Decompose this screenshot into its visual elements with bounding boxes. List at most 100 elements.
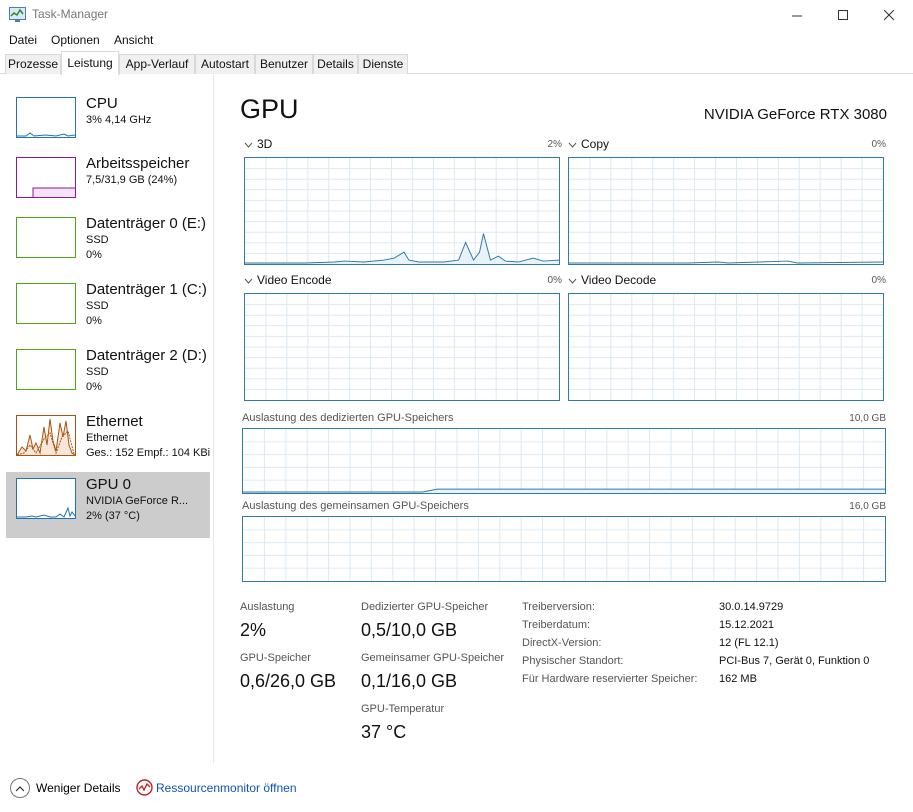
disk-1-thumbnail-graph [16,283,76,324]
fewer-details-button[interactable]: Weniger Details [36,781,120,795]
menu-optionen[interactable]: Optionen [51,33,100,47]
title-bar[interactable]: Task-Manager [0,0,913,30]
resource-item-disk-0[interactable]: Datenträger 0 (E:) SSD 0% [6,211,210,277]
tab-leistung[interactable]: Leistung [61,51,119,75]
footer-bar: Weniger Details Ressourcenmonitor öffnen [0,770,913,812]
dedicated-memory-capacity: 10,0 GB [849,413,886,424]
chevron-up-icon [15,785,25,791]
cpu-thumbnail-graph [16,97,76,138]
gpu-thumbnail-graph [16,478,76,519]
close-button[interactable] [866,0,912,30]
dedicated-memory-label: Auslastung des dedizierten GPU-Speichers [242,412,454,424]
gpu-temperature-value: 37 °C [361,722,407,742]
dedicated-memory-graph [242,428,886,494]
engine-graph-3d [244,157,560,265]
minimize-icon [791,15,802,16]
fewer-details-toggle[interactable] [10,778,30,798]
shared-memory-label: Auslastung des gemeinsamen GPU-Speichers [242,500,469,512]
engine-percent: 0% [871,275,886,286]
resource-item-memory[interactable]: Arbeitsspeicher 7,5/31,9 GB (24%) [6,151,210,217]
engine-label: Video Encode [257,273,332,287]
driver-date-key: Treiberdatum: [522,619,591,631]
reserved-memory-key: Für Hardware reservierter Speicher: [522,673,698,685]
resource-item-gpu-0[interactable]: GPU 0 NVIDIA GeForce R... 2% (37 °C) [6,472,210,538]
menu-ansicht[interactable]: Ansicht [114,33,153,47]
tab-details[interactable]: Details [313,54,358,74]
tab-prozesse[interactable]: Prozesse [5,54,61,74]
resource-name: Datenträger 1 (C:) [86,281,207,298]
open-resource-monitor-link[interactable]: Ressourcenmonitor öffnen [156,781,297,795]
utilization-value: 2% [240,620,267,640]
driver-version-value: 30.0.14.9729 [719,601,784,613]
resource-detail: SSD [86,366,109,378]
resource-item-disk-2[interactable]: Datenträger 2 (D:) SSD 0% [6,343,210,409]
resource-detail: 3% 4,14 GHz [86,114,152,126]
memory-thumbnail-graph [16,157,76,198]
resource-detail: 7,5/31,9 GB (24%) [86,174,178,186]
gpu-memory-label: GPU-Speicher [240,652,311,664]
graph-grid [245,294,559,400]
graph-grid [243,429,885,493]
resource-name: Datenträger 2 (D:) [86,347,207,364]
tab-app-verlauf[interactable]: App-Verlauf [119,54,195,74]
engine-selector-video-encode[interactable]: Video Encode [244,273,332,287]
resource-detail: Ethernet [86,432,128,444]
engine-selector-video-decode[interactable]: Video Decode [568,273,656,287]
chevron-down-icon [244,278,253,284]
tab-autostart[interactable]: Autostart [195,54,255,74]
gpu-temperature-label: GPU-Temperatur [361,703,445,715]
utilization-label: Auslastung [240,601,295,613]
chevron-down-icon [568,142,577,148]
resource-usage: 0% [86,381,102,393]
resource-item-disk-1[interactable]: Datenträger 1 (C:) SSD 0% [6,277,210,343]
menu-bar: Datei Optionen Ansicht [0,30,913,50]
resource-detail: NVIDIA GeForce R... [86,495,189,507]
chevron-down-icon [568,278,577,284]
engine-label: 3D [257,137,273,151]
resource-name: Datenträger 0 (E:) [86,215,207,232]
engine-label: Video Decode [581,273,657,287]
engine-selector-copy[interactable]: Copy [568,137,609,151]
disk-2-thumbnail-graph [16,349,76,390]
gpu-memory-value: 0,6/26,0 GB [240,671,337,691]
maximize-icon [837,9,848,20]
resource-usage: 0% [86,315,102,327]
driver-date-value: 15.12.2021 [719,619,775,631]
driver-version-key: Treiberversion: [522,601,595,613]
resource-throughput: Ges.: 152 Empf.: 104 KBi [86,447,211,459]
engine-selector-3d[interactable]: 3D [244,137,272,151]
resource-monitor-icon [136,779,153,796]
menu-datei[interactable]: Datei [9,33,37,47]
shared-memory-stat-label: Gemeinsamer GPU-Speicher [361,652,505,664]
directx-version-value: 12 (FL 12.1) [719,637,779,649]
engine-graph-copy [568,157,884,265]
minimize-button[interactable] [774,0,820,30]
engine-graph-video-encode [244,293,560,401]
graph-grid [245,158,559,264]
resource-item-ethernet[interactable]: Ethernet Ethernet Ges.: 152 Empf.: 104 K… [6,409,210,475]
maximize-button[interactable] [820,0,866,30]
gpu-model-name: NVIDIA GeForce RTX 3080 [703,106,887,123]
engine-percent: 0% [547,275,562,286]
task-manager-app-icon [9,7,26,22]
resource-name: Arbeitsspeicher [86,155,190,172]
tab-benutzer[interactable]: Benutzer [255,54,313,74]
resource-usage: 0% [86,249,102,261]
resource-item-cpu[interactable]: CPU 3% 4,14 GHz [6,91,210,157]
resource-usage: 2% (37 °C) [86,510,140,522]
directx-version-key: DirectX-Version: [522,637,602,649]
engine-percent: 0% [871,139,886,150]
chevron-down-icon [244,142,253,148]
graph-grid [569,158,883,264]
engine-percent: 2% [547,139,562,150]
close-icon [883,9,894,20]
graph-grid [243,517,885,581]
tab-dienste[interactable]: Dienste [358,54,408,74]
page-title: GPU [240,94,299,124]
disk-0-thumbnail-graph [16,217,76,258]
resource-name: GPU 0 [86,476,132,493]
shared-memory-stat-value: 0,1/16,0 GB [361,671,458,691]
physical-location-value: PCI-Bus 7, Gerät 0, Funktion 0 [719,655,870,667]
shared-memory-capacity: 16,0 GB [849,501,886,512]
engine-graph-video-decode [568,293,884,401]
